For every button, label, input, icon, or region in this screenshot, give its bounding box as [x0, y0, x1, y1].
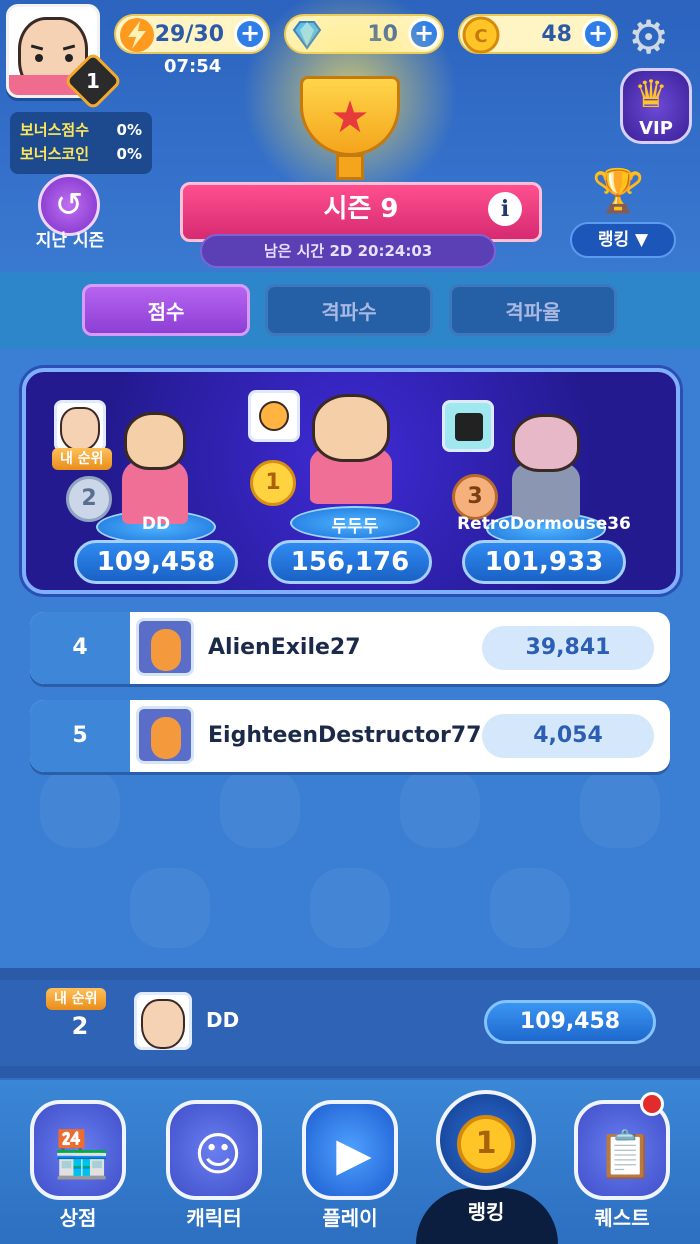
energy-value: 29/30 — [154, 21, 224, 47]
trophy-stem — [336, 154, 364, 180]
table-row[interactable]: 4 AlienExile27 39,841 — [30, 612, 670, 684]
row-rank: 5 — [30, 700, 130, 772]
character-icon: ☺ — [194, 1127, 242, 1181]
my-avatar-face-icon — [141, 999, 185, 1049]
nav-ranking-label: 랭킹 — [467, 1200, 505, 1224]
energy-timer: 07:54 — [164, 56, 222, 77]
tab-kill-rate[interactable]: 격파율 — [449, 284, 617, 336]
third-place-name: RetroDormouse36 — [457, 514, 631, 534]
coin-value: 48 — [541, 21, 572, 47]
tab-score[interactable]: 점수 — [82, 284, 250, 336]
crown-icon: ♛ — [634, 72, 669, 116]
third-character-head-icon — [512, 414, 580, 472]
quest-notification-dot — [640, 1092, 664, 1116]
bonus-coin-label: 보너스코인 — [20, 145, 90, 163]
ranking-medal-icon: 1 — [440, 1094, 532, 1186]
row-name: EighteenDestructor77 — [208, 723, 482, 748]
info-icon[interactable]: i — [488, 192, 522, 226]
gold-medal-icon: 1 — [250, 460, 296, 506]
row-rank: 4 — [30, 612, 130, 684]
ranking-trophy-icon: 🏆 — [592, 166, 645, 215]
play-icon: ▶ — [336, 1127, 372, 1181]
second-character-head-icon — [124, 412, 186, 470]
my-name: DD — [206, 1008, 240, 1032]
second-place-score: 109,458 — [74, 540, 238, 584]
third-place-avatar[interactable] — [442, 400, 494, 452]
bonus-coin-row: 보너스코인 0% — [20, 142, 142, 166]
table-row[interactable]: 5 EighteenDestructor77 4,054 — [30, 700, 670, 772]
nav-character-label: 캐릭터 — [186, 1206, 242, 1230]
second-place-name: DD — [141, 514, 171, 534]
settings-gear-icon[interactable]: ⚙ — [628, 10, 669, 64]
row-avatar — [136, 706, 194, 764]
first-place-avatar[interactable] — [248, 390, 300, 442]
bonus-score-value: 0% — [116, 121, 142, 139]
my-avatar — [134, 992, 192, 1050]
my-score: 109,458 — [484, 1000, 656, 1044]
bonus-panel: 보너스점수 0% 보너스코인 0% — [10, 112, 152, 174]
ranking-dropdown[interactable]: 랭킹 ▼ — [570, 222, 676, 258]
bonus-coin-value: 0% — [116, 145, 142, 163]
vip-label: VIP — [639, 118, 673, 139]
add-coins-button[interactable]: + — [582, 18, 614, 50]
nav-play[interactable]: ▶ — [302, 1100, 398, 1200]
row-name: AlienExile27 — [208, 635, 361, 660]
row-score: 4,054 — [482, 714, 654, 758]
tab-kills[interactable]: 격파수 — [265, 284, 433, 336]
nav-ranking[interactable]: 1 — [436, 1090, 536, 1190]
third-place-score: 101,933 — [462, 540, 626, 584]
my-rank-tag-podium: 내 순위 — [52, 448, 112, 470]
row-avatar — [136, 618, 194, 676]
second-place-avatar[interactable] — [54, 400, 106, 452]
my-rank-number: 2 — [71, 1012, 89, 1040]
nav-play-label: 플레이 — [322, 1206, 378, 1230]
last-season-label: 지난 시즌 — [35, 231, 105, 251]
first-character-head-icon — [312, 394, 390, 462]
first-place-score: 156,176 — [268, 540, 432, 584]
season-time-left: 남은 시간 2D 20:24:03 — [200, 234, 496, 268]
bonus-score-label: 보너스점수 — [20, 121, 90, 139]
star-icon: ★ — [330, 92, 370, 143]
player-level: 1 — [86, 69, 100, 93]
lightning-icon — [120, 18, 154, 52]
nav-quest-label: 퀘스트 — [594, 1206, 650, 1230]
nav-shop[interactable]: 🏪 — [30, 1100, 126, 1200]
bonus-score-row: 보너스점수 0% — [20, 118, 142, 142]
nav-shop-label: 상점 — [59, 1206, 97, 1230]
quest-icon: 📋 — [597, 1127, 655, 1181]
first-place-name: 두두두 — [331, 517, 379, 537]
second-avatar-face-icon — [60, 407, 100, 451]
shop-icon: 🏪 — [53, 1127, 111, 1181]
my-rank-tag: 내 순위 — [46, 988, 106, 1010]
nav-character[interactable]: ☺ — [166, 1100, 262, 1200]
coin-counter: C 48 + — [458, 14, 618, 54]
row-score: 39,841 — [482, 626, 654, 670]
svg-text:C: C — [474, 26, 487, 47]
